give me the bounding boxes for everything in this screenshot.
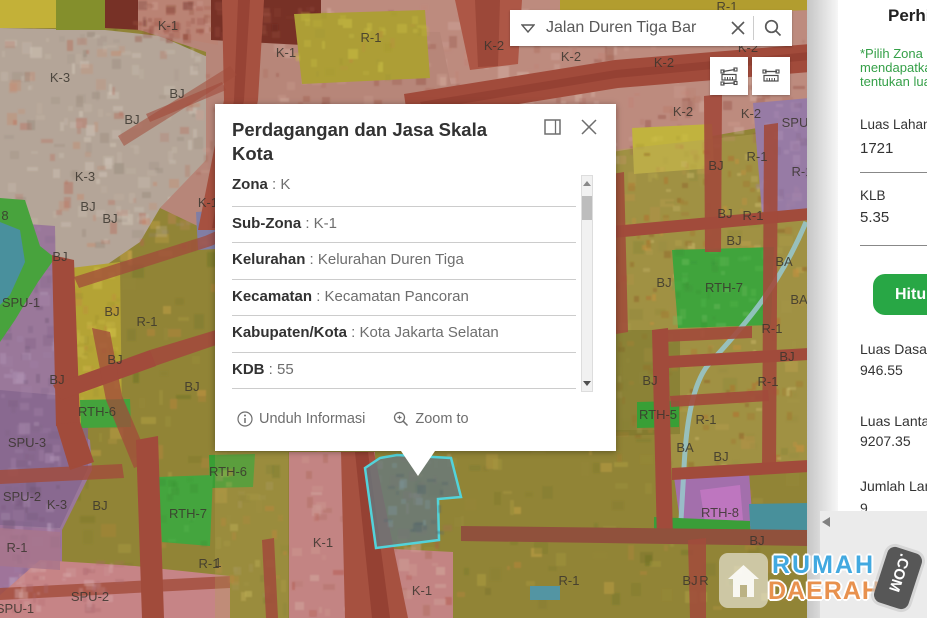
- svg-text:SPU-3: SPU-3: [8, 435, 46, 450]
- svg-text:RTH-8: RTH-8: [701, 505, 739, 520]
- svg-text:BA: BA: [775, 254, 793, 269]
- svg-text:1: 1: [214, 555, 221, 570]
- svg-text:BJ: BJ: [104, 304, 119, 319]
- svg-text:R-1: R-1: [361, 30, 382, 45]
- svg-text:R-1: R-1: [7, 540, 28, 555]
- svg-text:RTH-6: RTH-6: [78, 404, 116, 419]
- svg-text:R-1: R-1: [792, 164, 807, 179]
- svg-text:K-2: K-2: [673, 104, 693, 119]
- svg-text:R-1: R-1: [747, 149, 768, 164]
- svg-text:K-1: K-1: [276, 45, 296, 60]
- svg-text:R-1: R-1: [137, 314, 158, 329]
- svg-text:K-3: K-3: [50, 70, 70, 85]
- svg-text:RTH-7: RTH-7: [169, 506, 207, 521]
- svg-text:BJ: BJ: [708, 158, 723, 173]
- svg-text:BJ: BJ: [169, 86, 184, 101]
- svg-text:BJ: BJ: [102, 211, 117, 226]
- svg-text:BJ: BJ: [642, 373, 657, 388]
- svg-text:SPU-2: SPU-2: [71, 589, 109, 604]
- svg-text:8: 8: [1, 208, 8, 223]
- svg-text:BJ: BJ: [717, 206, 732, 221]
- svg-text:R-1: R-1: [758, 374, 779, 389]
- svg-text:R-1: R-1: [696, 412, 717, 427]
- svg-text:K-1: K-1: [313, 535, 333, 550]
- svg-text:BJ: BJ: [779, 349, 794, 364]
- svg-text:R-1: R-1: [743, 208, 764, 223]
- svg-text:BA: BA: [790, 292, 807, 307]
- svg-text:BJ: BJ: [726, 233, 741, 248]
- svg-text:BJ: BJ: [52, 249, 67, 264]
- svg-text:RTH-6: RTH-6: [209, 464, 247, 479]
- svg-text:BJ: BJ: [124, 112, 139, 127]
- svg-text:SPU-2: SPU-2: [3, 489, 41, 504]
- svg-text:K-1: K-1: [412, 583, 432, 598]
- svg-text:K-2: K-2: [741, 106, 761, 121]
- svg-text:K-1: K-1: [158, 18, 178, 33]
- svg-text:BA: BA: [676, 440, 694, 455]
- svg-text:BJ: BJ: [184, 379, 199, 394]
- svg-text:BJ: BJ: [682, 573, 697, 588]
- svg-text:BJ: BJ: [49, 372, 64, 387]
- svg-text:BJ: BJ: [713, 449, 728, 464]
- svg-text:R-1: R-1: [762, 321, 783, 336]
- svg-text:BJ: BJ: [749, 533, 764, 548]
- svg-text:BJ: BJ: [656, 275, 671, 290]
- svg-text:K-3: K-3: [47, 497, 67, 512]
- svg-text:K-2: K-2: [561, 49, 581, 64]
- svg-text:K-2: K-2: [484, 38, 504, 53]
- svg-text:RTH-7: RTH-7: [705, 280, 743, 295]
- svg-text:R-1: R-1: [559, 573, 580, 588]
- svg-text:BJ: BJ: [80, 199, 95, 214]
- svg-text:RTH-5: RTH-5: [639, 407, 677, 422]
- svg-text:SPU-1: SPU-1: [0, 601, 34, 616]
- svg-text:K-3: K-3: [75, 169, 95, 184]
- svg-text:SPU: SPU: [782, 115, 807, 130]
- svg-text:SPU-1: SPU-1: [2, 295, 40, 310]
- svg-text:BJ: BJ: [107, 352, 122, 367]
- svg-text:R: R: [699, 573, 708, 588]
- svg-text:K-2: K-2: [654, 55, 674, 70]
- svg-text:BJ: BJ: [92, 498, 107, 513]
